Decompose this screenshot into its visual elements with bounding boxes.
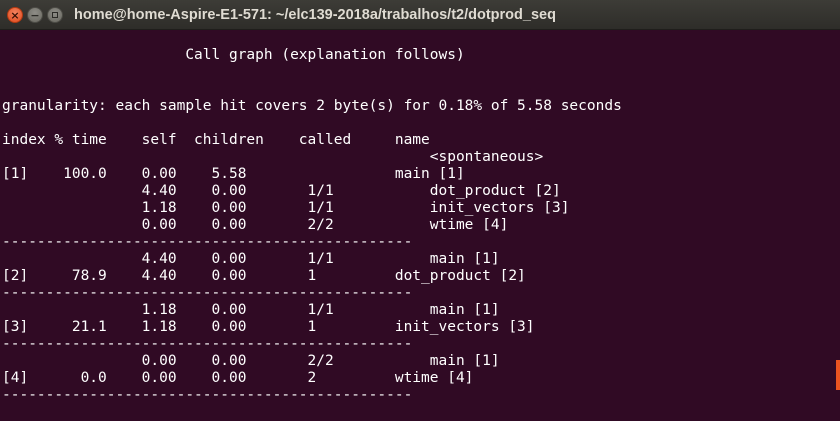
terminal-line: [2] 78.9 4.40 0.00 1 dot_product [2] bbox=[2, 268, 526, 284]
terminal-output: Call graph (explanation follows) granular… bbox=[0, 30, 840, 404]
window-titlebar[interactable]: × − home@home-Aspire-E1-571: ~/elc139-20… bbox=[0, 0, 840, 30]
terminal-line: index % time self children called name bbox=[2, 132, 430, 148]
close-button[interactable]: × bbox=[7, 7, 23, 23]
terminal-line: 1.18 0.00 1/1 init_vectors [3] bbox=[2, 200, 570, 216]
minimize-button[interactable]: − bbox=[27, 7, 43, 23]
close-icon: × bbox=[10, 9, 20, 22]
terminal-line: 4.40 0.00 1/1 main [1] bbox=[2, 251, 500, 267]
terminal-line: 4.40 0.00 1/1 dot_product [2] bbox=[2, 183, 561, 199]
terminal-line: Call graph (explanation follows) bbox=[2, 47, 465, 63]
terminal-area[interactable]: Call graph (explanation follows) granular… bbox=[0, 30, 840, 421]
terminal-line: ----------------------------------------… bbox=[2, 285, 413, 301]
maximize-button[interactable] bbox=[47, 7, 63, 23]
terminal-line: ----------------------------------------… bbox=[2, 387, 413, 403]
terminal-line: [1] 100.0 0.00 5.58 main [1] bbox=[2, 166, 465, 182]
terminal-line: 1.18 0.00 1/1 main [1] bbox=[2, 302, 500, 318]
terminal-line: [3] 21.1 1.18 0.00 1 init_vectors [3] bbox=[2, 319, 535, 335]
terminal-line: granularity: each sample hit covers 2 by… bbox=[2, 98, 622, 114]
terminal-line: ----------------------------------------… bbox=[2, 336, 413, 352]
minimize-icon: − bbox=[30, 9, 40, 22]
scrollbar-thumb[interactable] bbox=[836, 360, 840, 390]
terminal-line: ----------------------------------------… bbox=[2, 234, 413, 250]
window-title: home@home-Aspire-E1-571: ~/elc139-2018a/… bbox=[74, 7, 556, 23]
maximize-icon bbox=[52, 11, 58, 18]
terminal-line: 0.00 0.00 2/2 wtime [4] bbox=[2, 217, 509, 233]
terminal-line: 0.00 0.00 2/2 main [1] bbox=[2, 353, 500, 369]
terminal-line: <spontaneous> bbox=[2, 149, 544, 165]
terminal-line: [4] 0.0 0.00 0.00 2 wtime [4] bbox=[2, 370, 474, 386]
